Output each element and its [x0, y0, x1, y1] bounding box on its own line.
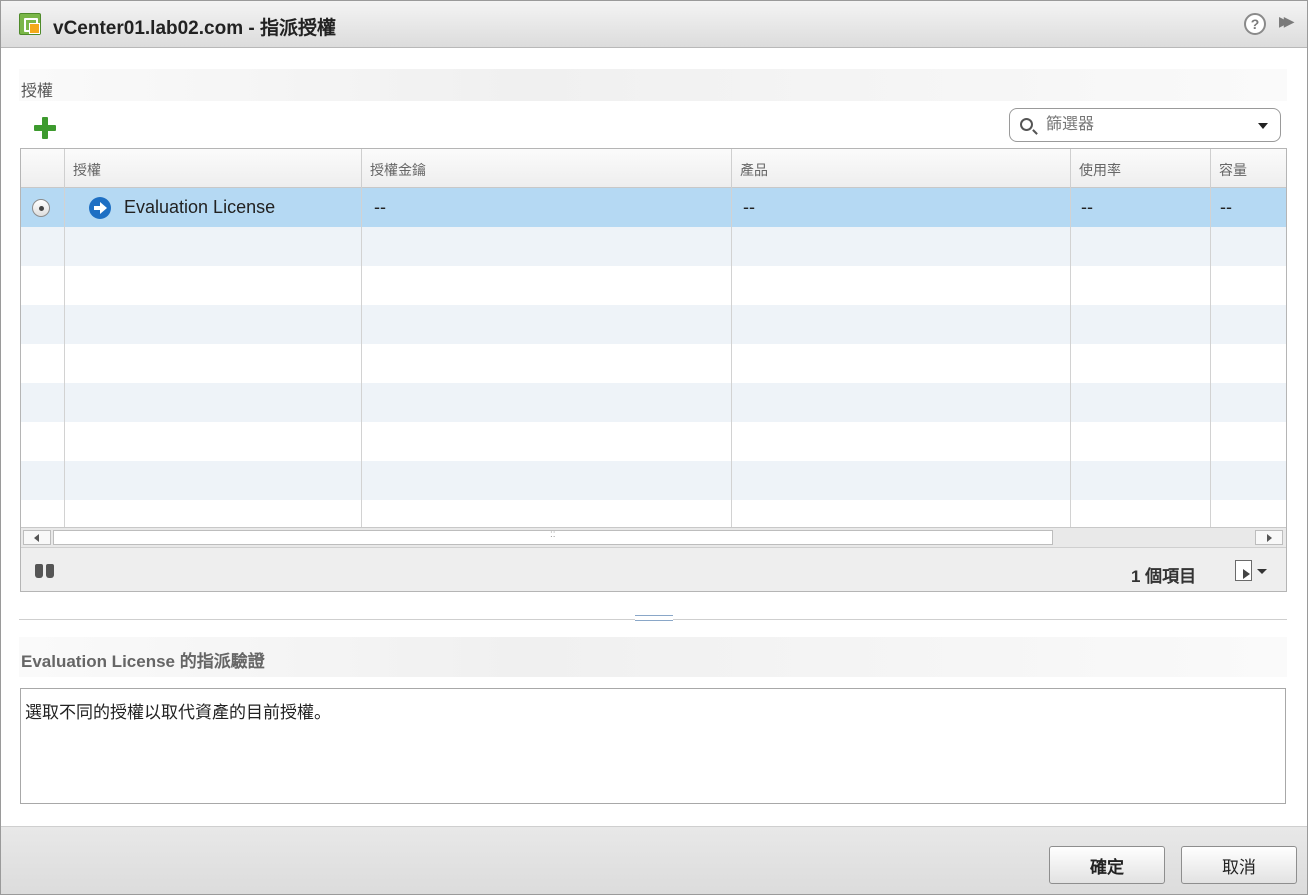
licenses-section-header: 授權 — [19, 69, 1287, 101]
usage-cell: -- — [1081, 197, 1093, 217]
column-divider — [1210, 188, 1211, 527]
add-icon[interactable] — [34, 117, 56, 139]
capacity-cell: -- — [1220, 197, 1232, 217]
scroll-right-icon[interactable] — [1255, 530, 1283, 545]
detail-title: Evaluation License 的指派驗證 — [21, 652, 265, 671]
title-bar: vCenter01.lab02.com - 指派授權 ? ▶▶ — [1, 1, 1307, 48]
assign-license-dialog: vCenter01.lab02.com - 指派授權 ? ▶▶ 授權 授權 授權… — [0, 0, 1308, 895]
validation-message: 選取不同的授權以取代資產的目前授權。 — [25, 703, 331, 722]
arrow-right-icon — [89, 197, 111, 219]
column-divider — [361, 188, 362, 527]
section-title: 授權 — [21, 83, 54, 100]
splitter-handle[interactable] — [635, 615, 673, 621]
scroll-left-icon[interactable] — [23, 530, 51, 545]
column-divider — [731, 188, 732, 527]
column-header-capacity[interactable]: 容量 — [1211, 149, 1286, 188]
license-key-cell: -- — [374, 197, 386, 217]
column-header-select — [21, 149, 65, 188]
vcenter-license-icon — [19, 13, 41, 35]
empty-row — [21, 344, 1286, 383]
help-icon[interactable]: ? — [1244, 13, 1266, 35]
table-row[interactable]: Evaluation License -- -- -- -- — [21, 188, 1286, 227]
horizontal-scrollbar[interactable] — [21, 527, 1286, 547]
grid-footer: 1 個項目 — [21, 547, 1286, 591]
empty-row — [21, 227, 1286, 266]
column-header-product[interactable]: 產品 — [732, 149, 1071, 188]
expand-icon[interactable]: ▶▶ — [1279, 13, 1294, 30]
detail-header: Evaluation License 的指派驗證 — [19, 637, 1287, 677]
binoculars-icon[interactable] — [35, 562, 55, 578]
item-count: 1 個項目 — [1131, 567, 1197, 586]
scrollbar-thumb[interactable] — [53, 529, 1053, 545]
filter-box[interactable] — [1009, 108, 1281, 142]
column-header-license-key[interactable]: 授權金鑰 — [362, 149, 732, 188]
chevron-down-icon[interactable] — [1258, 123, 1268, 129]
column-header-usage[interactable]: 使用率 — [1071, 149, 1211, 188]
column-divider — [1070, 188, 1071, 527]
empty-row — [21, 383, 1286, 422]
cancel-button[interactable]: 取消 — [1181, 846, 1297, 884]
empty-row — [21, 266, 1286, 305]
grid-body: Evaluation License -- -- -- -- — [21, 188, 1286, 527]
license-grid: 授權 授權金鑰 產品 使用率 容量 Evaluation License -- … — [20, 148, 1287, 592]
empty-row — [21, 422, 1286, 461]
chevron-down-icon[interactable] — [1257, 569, 1267, 574]
ok-button[interactable]: 確定 — [1049, 846, 1165, 884]
column-divider — [64, 188, 65, 527]
product-cell: -- — [743, 197, 755, 217]
search-icon — [1020, 118, 1033, 131]
license-name-cell: Evaluation License — [124, 197, 276, 217]
column-header-license[interactable]: 授權 — [65, 149, 362, 188]
dialog-title: vCenter01.lab02.com - 指派授權 — [53, 18, 336, 39]
empty-row — [21, 305, 1286, 344]
grid-header: 授權 授權金鑰 產品 使用率 容量 — [21, 149, 1286, 188]
export-icon[interactable] — [1235, 560, 1252, 581]
filter-input[interactable] — [1046, 114, 1246, 136]
button-bar: 確定 取消 — [1, 826, 1307, 894]
empty-row — [21, 461, 1286, 500]
row-radio[interactable] — [32, 199, 50, 217]
validation-message-box: 選取不同的授權以取代資產的目前授權。 — [20, 688, 1286, 804]
